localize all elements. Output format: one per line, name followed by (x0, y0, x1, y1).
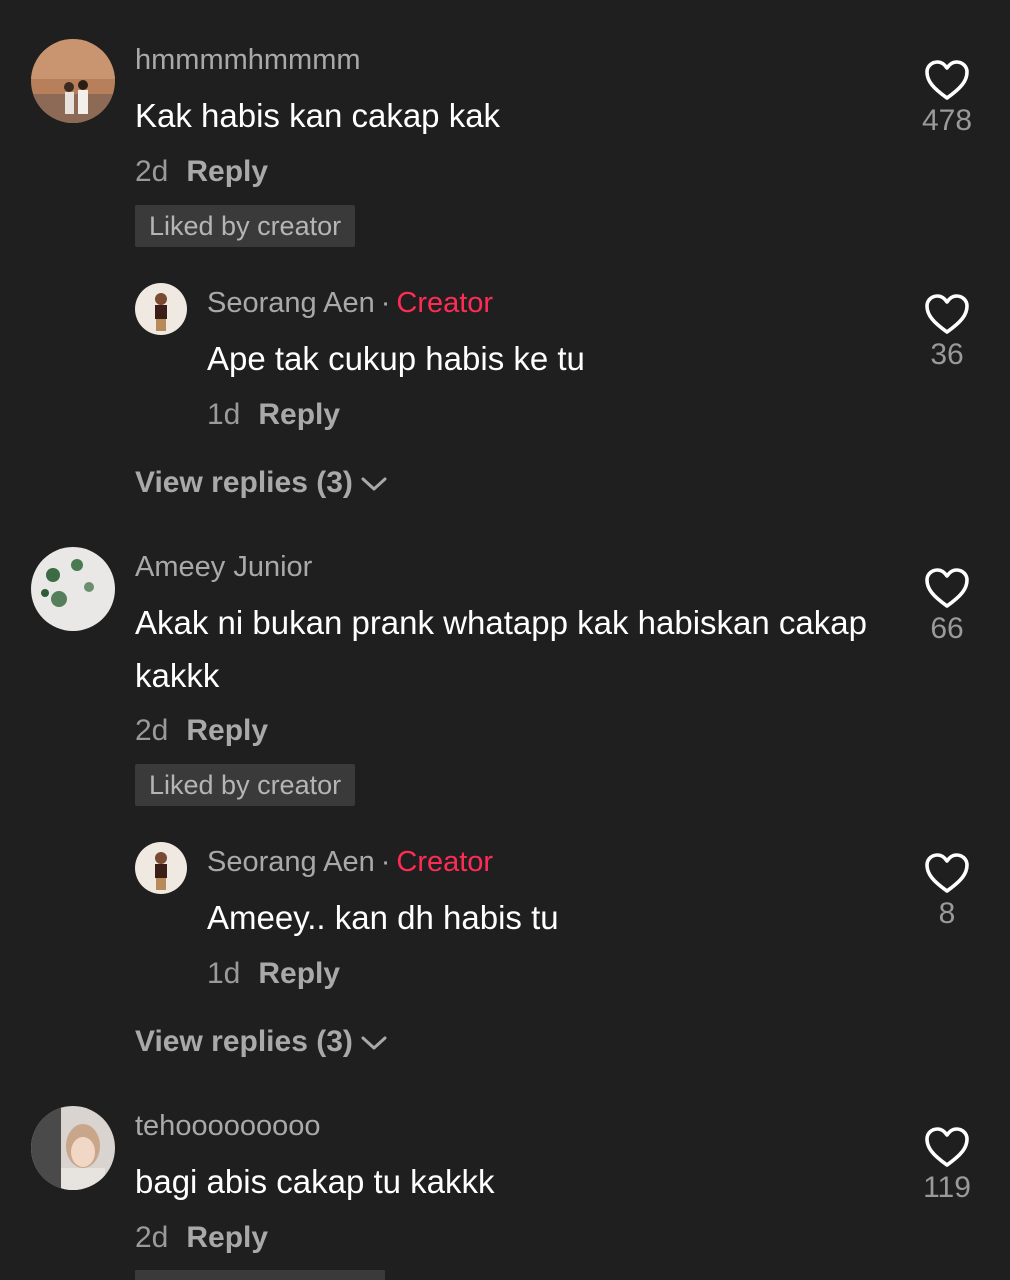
creator-avatar[interactable] (135, 283, 187, 335)
reply-age: 1d (207, 957, 241, 990)
heart-icon (925, 60, 969, 100)
like-button[interactable]: 478 (907, 58, 987, 138)
view-replies-button[interactable]: View replies (3) (135, 466, 389, 500)
comment-age: 2d (135, 155, 169, 188)
heart-icon (925, 853, 969, 893)
like-count: 36 (930, 338, 964, 371)
reply-button[interactable]: Reply (186, 1221, 268, 1254)
reply-username[interactable]: Seorang Aen · Creator (207, 846, 493, 879)
comment-username[interactable]: hmmmmhmmmm (135, 44, 361, 77)
like-button[interactable]: 119 (907, 1125, 987, 1205)
heart-icon (925, 1127, 969, 1167)
comment-text: Akak ni bukan prank whatapp kak habiskan… (135, 604, 867, 694)
reply-meta: 1d Reply (207, 957, 340, 991)
heart-icon (925, 568, 969, 608)
view-replies-label[interactable]: View replies (3) (135, 1025, 353, 1058)
comment-username[interactable]: Ameey Junior (135, 551, 312, 584)
like-button[interactable]: 66 (907, 566, 987, 646)
avatar[interactable] (31, 1106, 115, 1190)
reply-button[interactable]: Reply (186, 714, 268, 747)
comment-text: Kak habis kan cakap kak (135, 97, 501, 134)
reply-button[interactable]: Reply (258, 957, 340, 990)
like-count: 8 (938, 897, 956, 930)
like-button[interactable]: 36 (907, 292, 987, 372)
reply-username-text[interactable]: Seorang Aen (207, 287, 375, 319)
reply-age: 1d (207, 398, 241, 431)
comment-age: 2d (135, 714, 169, 747)
reply-text: Ameey.. kan dh habis tu (207, 899, 559, 936)
reply-username-text[interactable]: Seorang Aen (207, 846, 375, 878)
creator-label: Creator (396, 846, 494, 878)
reply-text: Ape tak cukup habis ke tu (207, 340, 585, 377)
comment-meta: 2d Reply (135, 1221, 268, 1255)
view-replies-label[interactable]: View replies (3) (135, 466, 353, 499)
view-replies-button[interactable]: View replies (3) (135, 1025, 389, 1059)
like-count: 478 (921, 104, 973, 137)
reply-button[interactable]: Reply (258, 398, 340, 431)
reply-button[interactable]: Reply (186, 155, 268, 188)
creator-label: Creator (396, 287, 494, 319)
heart-icon (925, 294, 969, 334)
reply-username[interactable]: Seorang Aen · Creator (207, 287, 493, 320)
chevron-down-icon (361, 1036, 387, 1050)
like-button[interactable]: 8 (907, 851, 987, 931)
avatar[interactable] (31, 547, 115, 631)
comment-text: bagi abis cakap tu kakkk (135, 1163, 495, 1200)
comment-meta: 2d Reply (135, 714, 268, 748)
reply-meta: 1d Reply (207, 398, 340, 432)
comment-username[interactable]: tehooooooooo (135, 1110, 320, 1143)
comment-meta: 2d Reply (135, 155, 268, 189)
separator-dot: · (380, 287, 391, 319)
creator-avatar[interactable] (135, 842, 187, 894)
avatar[interactable] (31, 39, 115, 123)
liked-by-creator-badge-partial (135, 1270, 385, 1280)
chevron-down-icon (361, 477, 387, 491)
separator-dot: · (380, 846, 391, 878)
like-count: 66 (930, 612, 964, 645)
comment-age: 2d (135, 1221, 169, 1254)
liked-by-creator-badge: Liked by creator (135, 764, 356, 806)
like-count: 119 (923, 1171, 971, 1204)
liked-by-creator-badge: Liked by creator (135, 205, 356, 247)
